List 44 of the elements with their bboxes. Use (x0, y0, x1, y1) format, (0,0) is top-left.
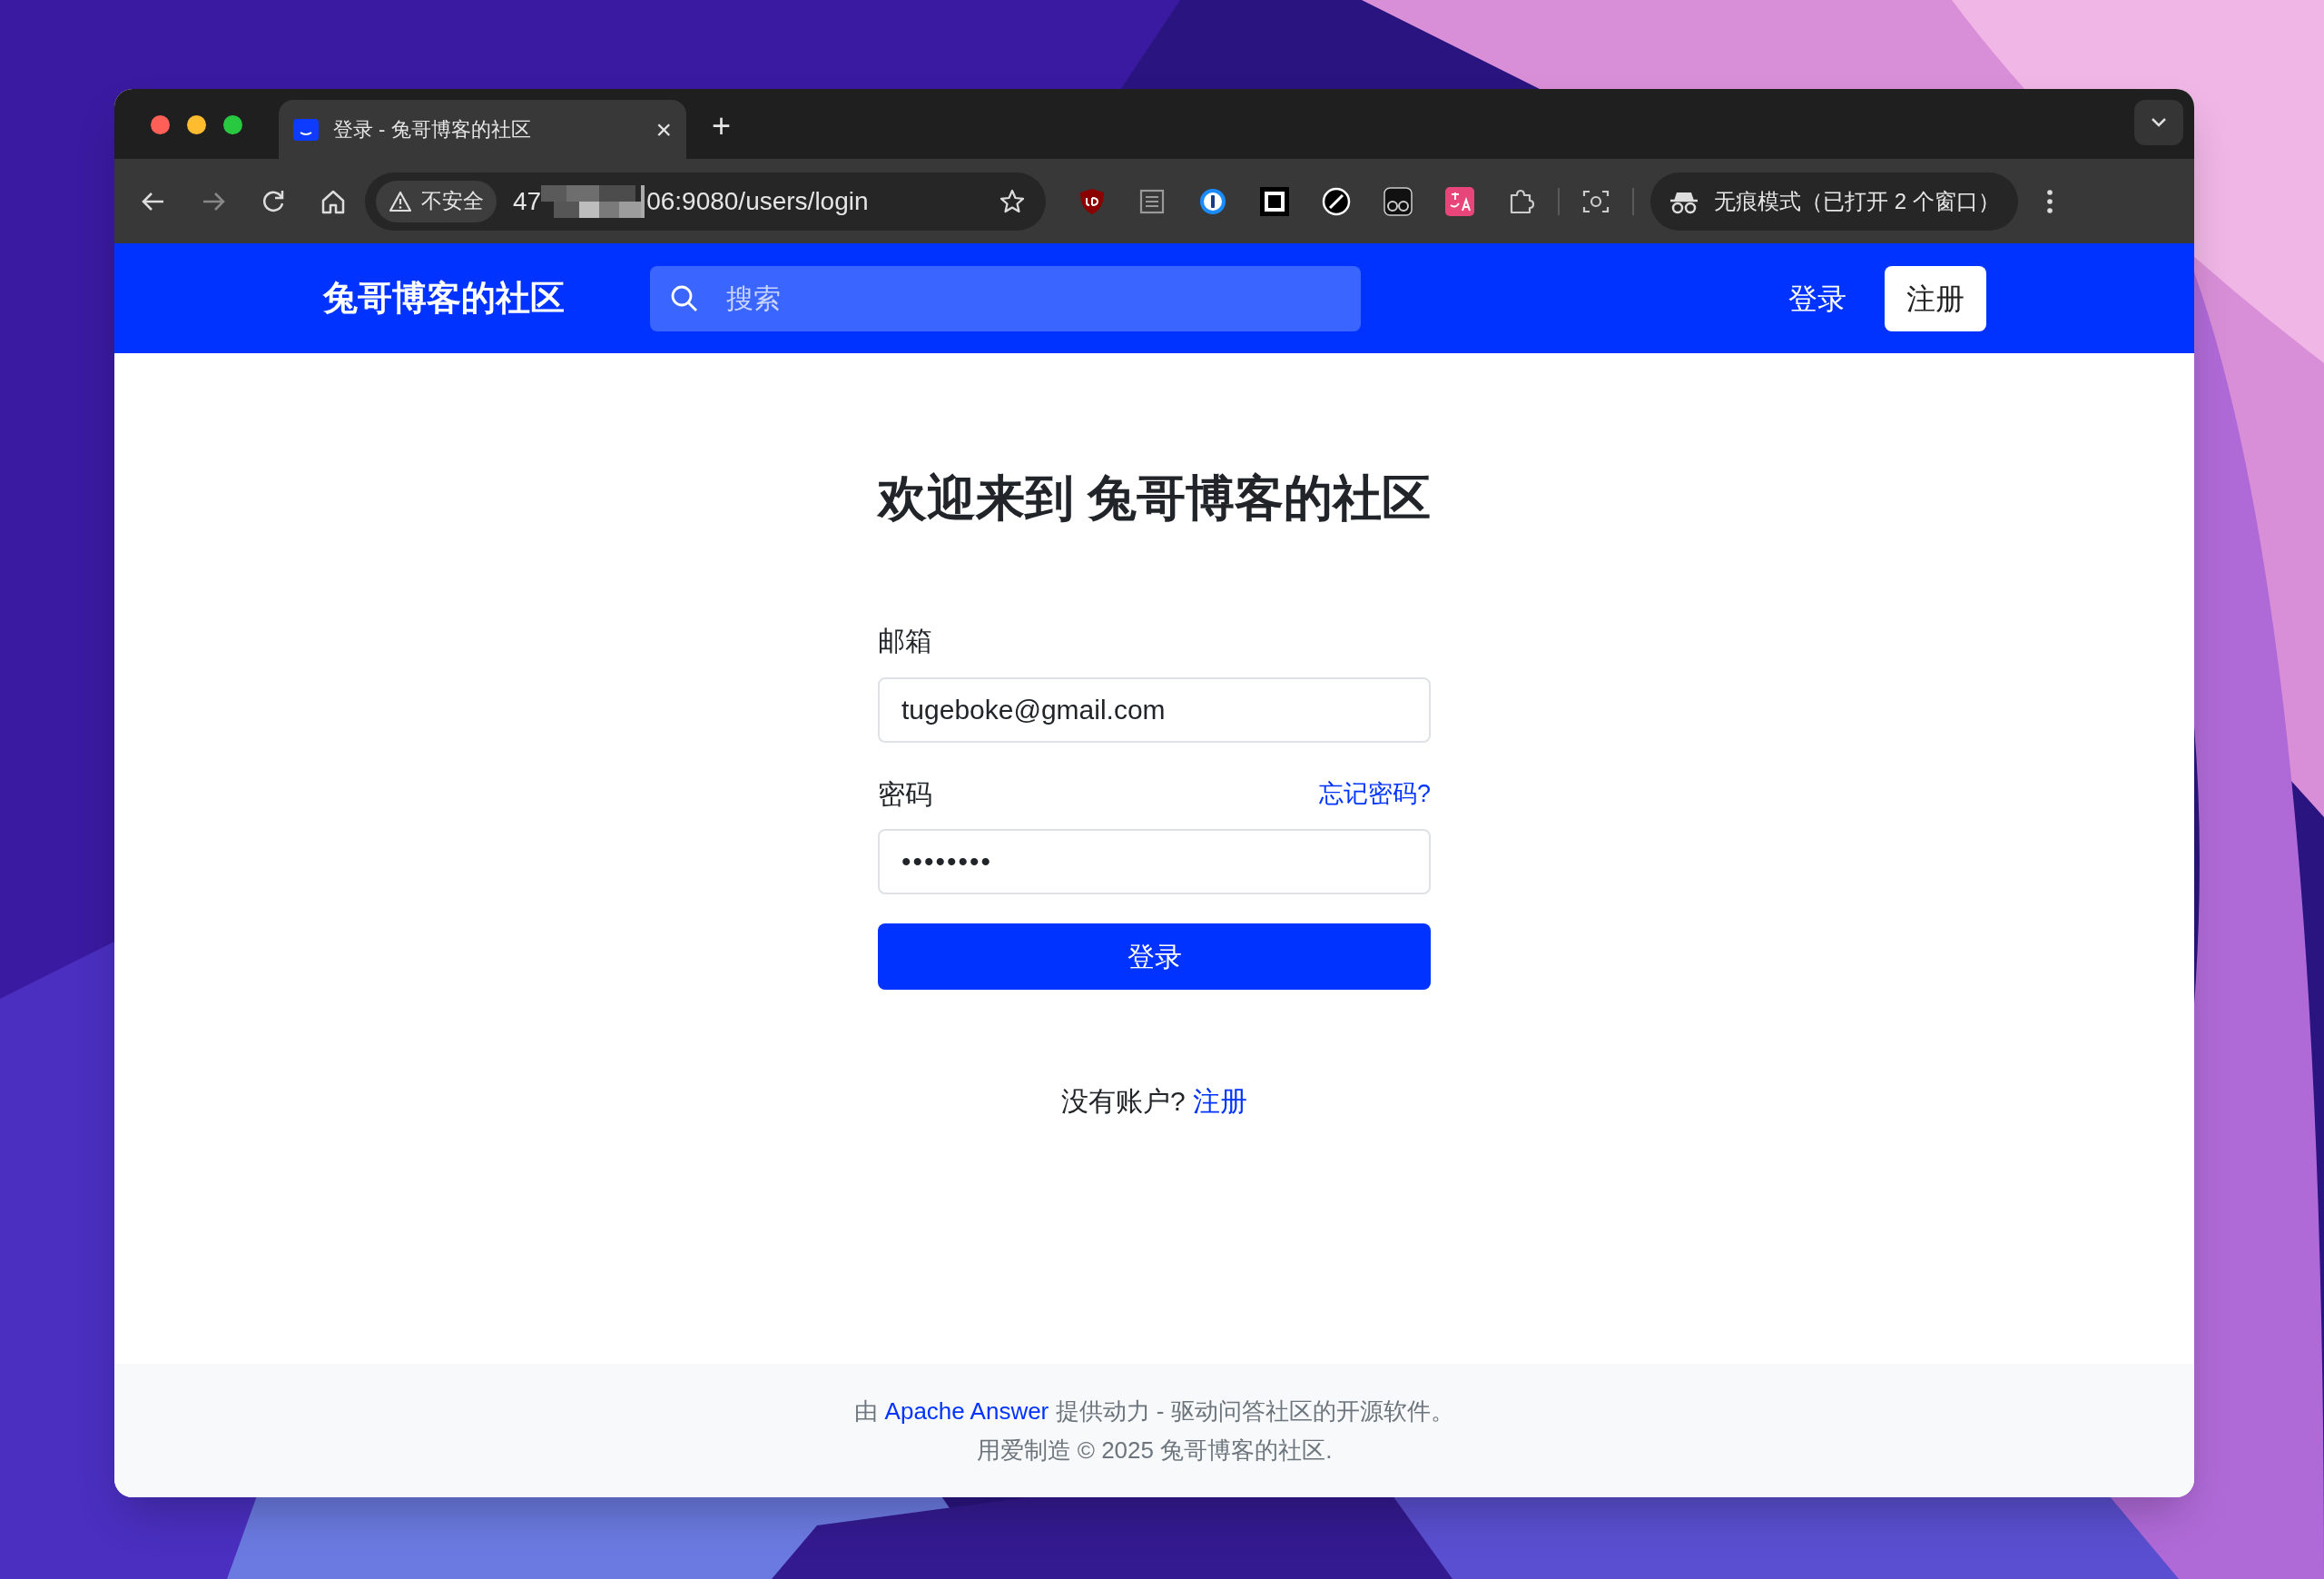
close-tab-button[interactable]: × (655, 115, 672, 143)
signup-prompt: 没有账户? 注册 (1060, 1084, 1248, 1118)
password-field[interactable]: •••••••• (878, 828, 1431, 894)
field-label: 邮箱 (878, 624, 933, 657)
chevron-down-icon (2151, 117, 2167, 128)
browser-tab[interactable]: 登录 - 兔哥博客的社区 × (279, 100, 686, 159)
menu-icon[interactable] (2044, 187, 2054, 215)
page-heading: 欢迎来到 兔哥博客的社区 (878, 469, 1431, 527)
apache-answer-link[interactable]: Apache Answer (884, 1396, 1049, 1425)
square-extension-icon[interactable] (1260, 186, 1289, 216)
minimize-window-button[interactable] (187, 115, 206, 134)
search-field[interactable]: 搜索 (650, 265, 1361, 331)
signup-link[interactable]: 注册 (1193, 1085, 1247, 1116)
warning-icon (389, 190, 412, 212)
login-link[interactable]: 登录 (1788, 276, 1846, 321)
translate-extension-icon[interactable] (1445, 186, 1474, 216)
maximize-window-button[interactable] (223, 115, 242, 134)
site-icon (293, 118, 319, 141)
document-extension-icon[interactable] (1138, 187, 1166, 215)
forgot-password-link[interactable]: 忘记密码? (1318, 775, 1431, 813)
tab-list-button[interactable] (2134, 100, 2183, 145)
signup-button[interactable]: 注册 (1885, 265, 1986, 331)
login-button[interactable]: 登录 (878, 923, 1431, 990)
incognito-label: 无痕模式（已打开 2 个窗口） (1714, 187, 2000, 215)
url-text: 06:9080/users/login (646, 185, 870, 217)
eyes-extension-icon[interactable] (1384, 186, 1413, 216)
footer-credit: 由 Apache Answer 提供动力 - 驱动问答社区的开源软件。 (854, 1396, 1454, 1426)
incognito-chip[interactable]: 无痕模式（已打开 2 个窗口） (1650, 172, 2018, 231)
shield-extension-icon[interactable] (1078, 186, 1106, 216)
email-field[interactable]: tugeboke@gmail.com (878, 676, 1431, 743)
search-icon (670, 283, 699, 313)
address-bar[interactable]: 不安全 47 06:9080/users/login (365, 172, 1046, 231)
password-manager-icon[interactable] (1198, 186, 1227, 216)
bookmark-star-icon[interactable] (999, 187, 1026, 215)
security-chip[interactable]: 不安全 (376, 180, 497, 222)
site-title[interactable]: 兔哥博客的社区 (323, 272, 565, 324)
url-text: 47 (513, 185, 542, 217)
security-label: 不安全 (421, 188, 484, 215)
footer-copyright: 用爱制造 © 2025 兔哥博客的社区. (976, 1435, 1333, 1466)
tab-title: 登录 - 兔哥博客的社区 (333, 117, 532, 143)
blocked-circle-icon[interactable] (1322, 186, 1351, 216)
field-label: 密码 (878, 777, 932, 811)
new-tab-button[interactable]: + (712, 110, 732, 143)
close-window-button[interactable] (151, 115, 170, 134)
